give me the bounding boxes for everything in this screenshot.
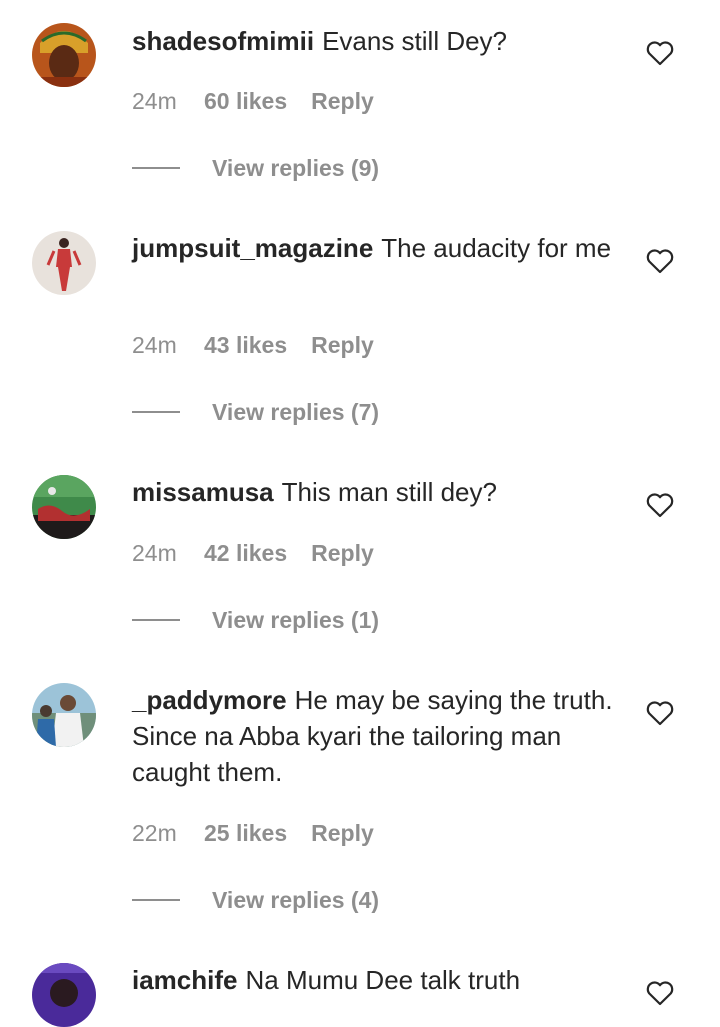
- replies-divider-line: [132, 619, 180, 621]
- comment-meta: 24m 43 likes Reply: [132, 329, 374, 361]
- reply-button[interactable]: Reply: [311, 817, 374, 849]
- comment-username[interactable]: missamusa: [132, 477, 274, 507]
- reply-button[interactable]: Reply: [311, 537, 374, 569]
- comment-meta: 24m 60 likes Reply: [132, 85, 374, 117]
- heart-outline-icon[interactable]: [646, 248, 674, 274]
- comment-body: This man still dey?: [281, 477, 497, 507]
- comment-time: 24m: [132, 88, 177, 114]
- likes-count[interactable]: 42 likes: [204, 537, 287, 569]
- heart-outline-icon[interactable]: [646, 980, 674, 1006]
- comment-text: missamusa This man still dey?: [132, 474, 622, 510]
- comment-time: 22m: [132, 820, 177, 846]
- comment-username[interactable]: _paddymore: [132, 685, 287, 715]
- comment-text: jumpsuit_magazine The audacity for me: [132, 230, 622, 266]
- comment-body: Na Mumu Dee talk truth: [245, 965, 521, 995]
- avatar[interactable]: [32, 475, 96, 539]
- avatar[interactable]: [32, 231, 96, 295]
- reply-button[interactable]: Reply: [311, 329, 374, 361]
- comment-text: shadesofmimii Evans still Dey?: [132, 23, 622, 59]
- replies-divider-line: [132, 899, 180, 901]
- heart-outline-icon[interactable]: [646, 40, 674, 66]
- heart-outline-icon[interactable]: [646, 492, 674, 518]
- view-replies-button[interactable]: View replies (9): [212, 152, 379, 184]
- comment-username[interactable]: iamchife: [132, 965, 238, 995]
- comment-meta: 24m 42 likes Reply: [132, 537, 374, 569]
- comment-username[interactable]: jumpsuit_magazine: [132, 233, 373, 263]
- view-replies-button[interactable]: View replies (4): [212, 884, 379, 916]
- heart-outline-icon[interactable]: [646, 700, 674, 726]
- avatar[interactable]: [32, 963, 96, 1027]
- likes-count[interactable]: 60 likes: [204, 85, 287, 117]
- comment-time: 24m: [132, 540, 177, 566]
- view-replies-button[interactable]: View replies (1): [212, 604, 379, 636]
- replies-divider-line: [132, 167, 180, 169]
- comment-time: 24m: [132, 332, 177, 358]
- comment-body: Evans still Dey?: [322, 26, 508, 56]
- comment-username[interactable]: shadesofmimii: [132, 26, 314, 56]
- comment-text: _paddymore He may be saying the truth. Si…: [132, 682, 622, 790]
- comment-body: The audacity for me: [381, 233, 612, 263]
- view-replies-button[interactable]: View replies (7): [212, 396, 379, 428]
- replies-divider-line: [132, 411, 180, 413]
- avatar[interactable]: [32, 683, 96, 747]
- comment-text: iamchife Na Mumu Dee talk truth: [132, 962, 622, 998]
- avatar[interactable]: [32, 23, 96, 87]
- likes-count[interactable]: 43 likes: [204, 329, 287, 361]
- comment-meta: 22m 25 likes Reply: [132, 817, 374, 849]
- likes-count[interactable]: 25 likes: [204, 817, 287, 849]
- reply-button[interactable]: Reply: [311, 85, 374, 117]
